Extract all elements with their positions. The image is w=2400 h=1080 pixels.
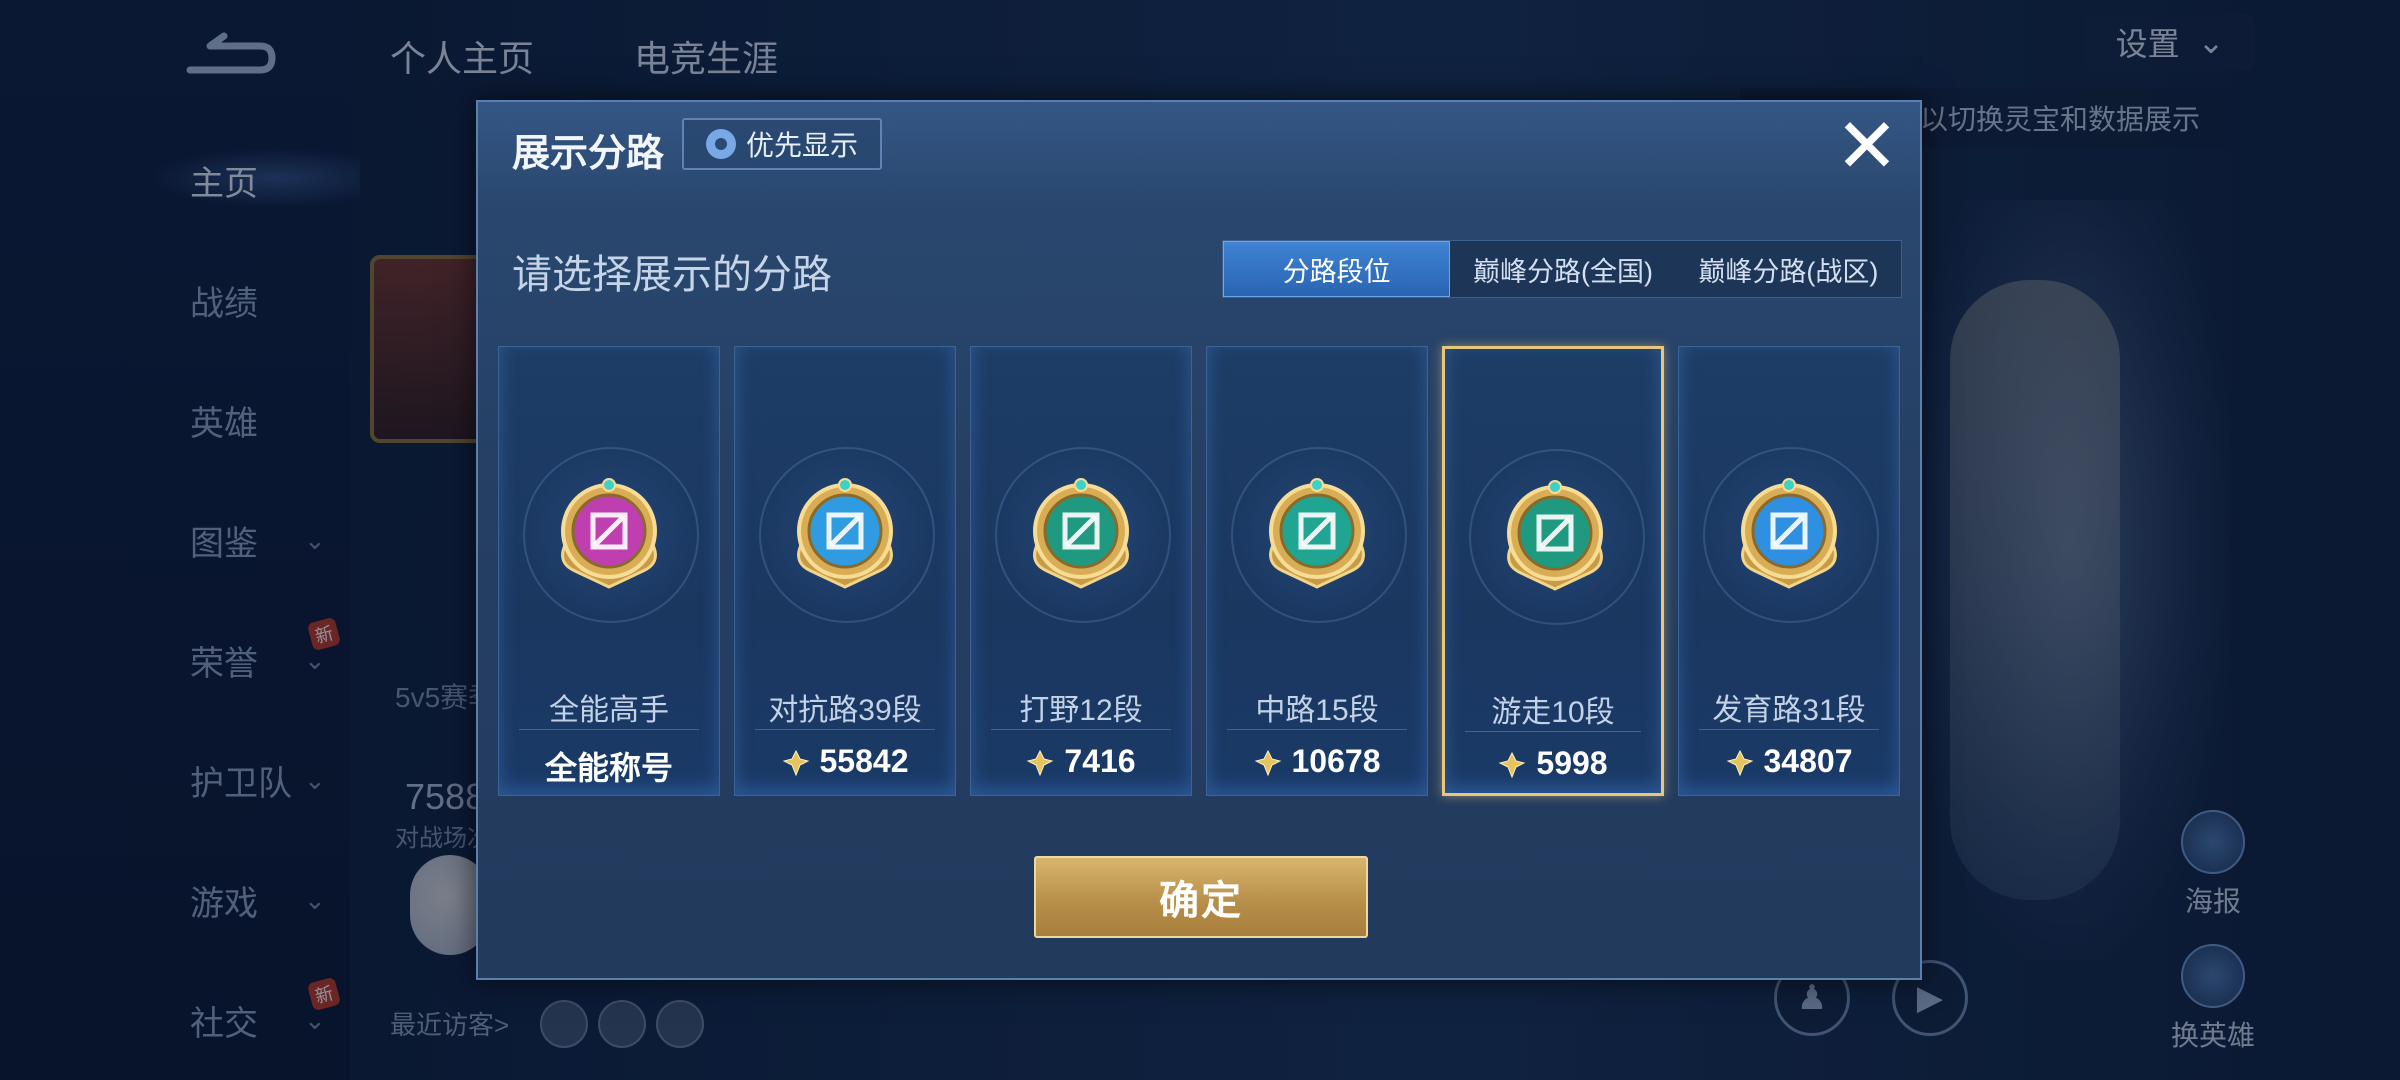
all-round-badge-icon xyxy=(551,475,667,591)
tab-peak-region[interactable]: 巅峰分路(战区) xyxy=(1676,241,1901,297)
lane-card-value-text: 全能称号 xyxy=(544,750,673,786)
farm-lane-badge-icon xyxy=(1731,475,1847,591)
lane-card[interactable]: 全能高手 全能称号 xyxy=(498,346,720,796)
priority-display-label: 优先显示 xyxy=(745,130,858,161)
lane-card-title: 对抗路39段 xyxy=(768,694,922,727)
card-divider xyxy=(1465,731,1641,732)
lane-card-value-text: 7416 xyxy=(1064,743,1136,779)
lane-card[interactable]: 对抗路39段 55842 xyxy=(734,346,956,796)
lane-card-title: 发育路31段 xyxy=(1712,694,1866,727)
card-divider xyxy=(755,729,935,730)
lane-display-dialog: 展示分路 优先显示 ✕ 请选择展示的分路 分路段位 巅峰分路(全国) 巅峰分路(… xyxy=(476,100,1922,980)
card-divider xyxy=(1699,729,1879,730)
lane-card-value-text: 5998 xyxy=(1536,745,1608,781)
lane-card-title: 全能高手 xyxy=(549,694,669,727)
lane-card[interactable]: 中路15段 10678 xyxy=(1206,346,1428,796)
priority-display-button[interactable]: 优先显示 xyxy=(682,118,882,170)
jungle-badge-icon xyxy=(1023,475,1139,591)
card-divider xyxy=(1227,729,1407,730)
lane-card-value: 5998 xyxy=(1445,745,1661,782)
rank-points-icon xyxy=(1254,748,1282,776)
roam-badge-icon xyxy=(1497,477,1613,593)
rank-points-icon xyxy=(1498,750,1526,778)
mid-lane-badge-icon xyxy=(1259,475,1375,591)
lane-card-title: 中路15段 xyxy=(1255,694,1379,727)
confirm-button[interactable]: 确定 xyxy=(1034,856,1368,938)
card-divider xyxy=(991,729,1171,730)
lane-card-title: 打野12段 xyxy=(1019,694,1143,727)
dialog-subtitle: 请选择展示的分路 xyxy=(512,253,832,297)
lane-tabs: 分路段位 巅峰分路(全国) 巅峰分路(战区) xyxy=(1222,240,1902,298)
gear-icon xyxy=(705,129,736,159)
lane-card-value: 55842 xyxy=(735,743,955,780)
lane-card[interactable]: 发育路31段 34807 xyxy=(1678,346,1900,796)
tab-lane-rank[interactable]: 分路段位 xyxy=(1223,241,1451,297)
rank-points-icon xyxy=(1026,748,1054,776)
lane-card-title: 游走10段 xyxy=(1491,696,1615,729)
dialog-title: 展示分路 xyxy=(512,133,665,175)
lane-card-value: 全能称号 xyxy=(499,743,719,789)
lane-card[interactable]: 游走10段 5998 xyxy=(1442,346,1664,796)
lane-card-value-text: 55842 xyxy=(819,743,909,779)
lane-cards: 全能高手 全能称号 对抗路39段 55842 打野12段 7416 中路15段 10678 游走… xyxy=(498,346,1903,798)
rank-points-icon xyxy=(1726,748,1754,776)
lane-card-value: 10678 xyxy=(1207,743,1427,780)
rank-points-icon xyxy=(782,748,810,776)
lane-card-value: 34807 xyxy=(1679,743,1899,780)
tab-peak-national[interactable]: 巅峰分路(全国) xyxy=(1450,241,1675,297)
card-divider xyxy=(519,729,699,730)
clash-lane-badge-icon xyxy=(787,475,903,591)
lane-card-value-text: 34807 xyxy=(1763,743,1853,779)
lane-card-value: 7416 xyxy=(971,743,1191,780)
lane-card-value-text: 10678 xyxy=(1291,743,1381,779)
lane-card[interactable]: 打野12段 7416 xyxy=(970,346,1192,796)
close-icon[interactable]: ✕ xyxy=(1832,109,1902,185)
